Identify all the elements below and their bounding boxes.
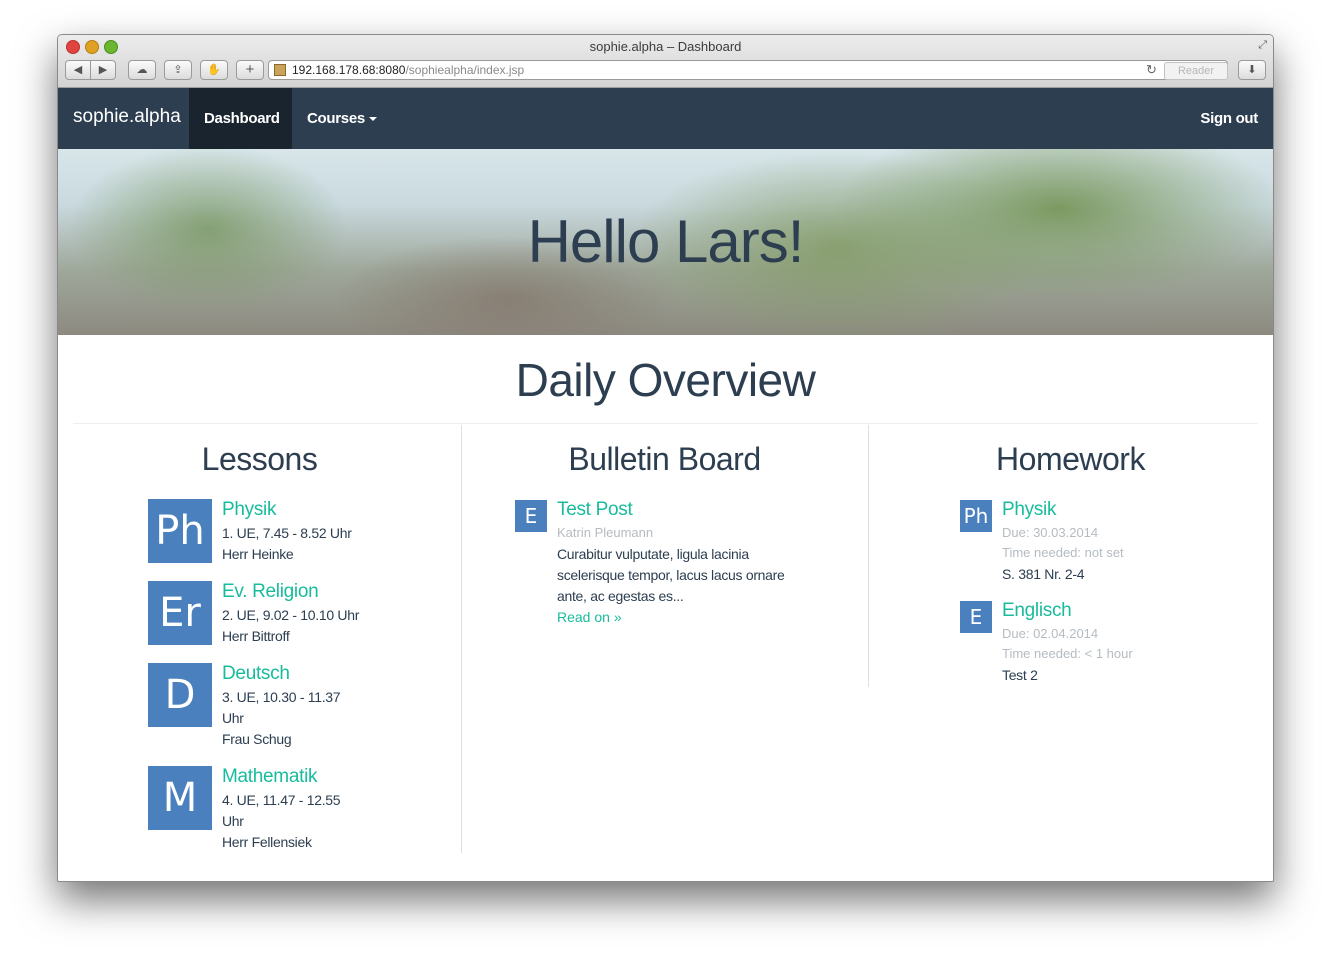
divider [73, 423, 1258, 424]
brand-link[interactable]: sophie.alpha [73, 106, 181, 128]
lesson-subject-link[interactable]: Physik [222, 499, 276, 521]
address-bar[interactable]: 192.168.178.68:8080/sophiealpha/index.js… [268, 60, 1228, 80]
lesson-teacher: Frau Schug [222, 731, 292, 747]
nav-courses-dropdown[interactable]: Courses [292, 88, 392, 149]
forward-button[interactable]: ▶ [90, 60, 116, 80]
caret-down-icon [368, 117, 377, 122]
homework-subject-link[interactable]: Physik [1002, 499, 1056, 521]
reload-icon[interactable]: ↻ [1146, 62, 1157, 78]
browser-window: sophie.alpha – Dashboard ⤢ ◀ ▶ ☁ ⇪ ✋ + 1… [57, 34, 1274, 882]
lesson-subject-link[interactable]: Deutsch [222, 663, 290, 685]
subject-tile: E [960, 601, 992, 633]
forward-arrow-icon: ▶ [98, 64, 108, 76]
favicon-icon [274, 64, 286, 76]
homework-task: S. 381 Nr. 2-4 [1002, 566, 1085, 582]
read-on-link[interactable]: Read on » [557, 609, 622, 625]
new-tab-button[interactable]: + [236, 60, 264, 80]
homework-task: Test 2 [1002, 667, 1038, 683]
lesson-time: 1. UE, 7.45 - 8.52 Uhr [222, 525, 352, 541]
subject-tile: Er [148, 581, 212, 645]
extension-button[interactable]: ✋ [200, 60, 228, 80]
homework-subject-link[interactable]: Englisch [1002, 600, 1072, 622]
window-title: sophie.alpha – Dashboard [589, 39, 742, 54]
url-host: 192.168.178.68:8080 [292, 63, 406, 77]
subject-tile: D [148, 663, 212, 727]
hand-icon: ✋ [207, 64, 221, 76]
homework-time-needed: Time needed: not set [1002, 545, 1124, 560]
homework-due: Due: 30.03.2014 [1002, 525, 1099, 540]
back-arrow-icon: ◀ [73, 64, 83, 76]
hero-banner: Hello Lars! [58, 149, 1273, 335]
nav-courses-label: Courses [307, 110, 365, 127]
back-button[interactable]: ◀ [65, 60, 91, 80]
column-divider [461, 425, 462, 853]
sign-out-link[interactable]: Sign out [1185, 88, 1273, 149]
homework-time-needed: Time needed: < 1 hour [1002, 646, 1133, 661]
lesson-time-cont: Uhr [222, 710, 244, 726]
cloud-icon: ☁ [136, 64, 148, 76]
reader-button[interactable]: Reader [1164, 62, 1228, 80]
share-button[interactable]: ⇪ [164, 60, 192, 80]
lesson-teacher: Herr Bittroff [222, 628, 290, 644]
share-icon: ⇪ [173, 64, 183, 76]
lesson-subject-link[interactable]: Mathematik [222, 766, 318, 788]
lesson-time: 3. UE, 10.30 - 11.37 [222, 689, 341, 705]
post-body-line: scelerisque tempor, lacus lacus ornare [557, 567, 785, 583]
lesson-teacher: Herr Fellensiek [222, 834, 312, 850]
browser-toolbar: sophie.alpha – Dashboard ⤢ ◀ ▶ ☁ ⇪ ✋ + 1… [58, 35, 1273, 88]
icloud-tabs-button[interactable]: ☁ [128, 60, 156, 80]
post-body-line: Curabitur vulputate, ligula lacinia [557, 546, 749, 562]
lessons-title: Lessons [201, 441, 318, 477]
lesson-time-cont: Uhr [222, 813, 244, 829]
plus-icon: + [245, 61, 255, 78]
navbar: sophie.alpha Dashboard Courses Sign out [58, 88, 1273, 149]
download-icon: ⬇ [1247, 64, 1257, 76]
subject-tile: Ph [960, 500, 992, 532]
nav-dashboard[interactable]: Dashboard [189, 88, 292, 149]
greeting: Hello Lars! [527, 208, 805, 275]
homework-title: Homework [996, 441, 1145, 477]
overview-title: Daily Overview [515, 354, 816, 406]
url-text: 192.168.178.68:8080/sophiealpha/index.js… [292, 63, 524, 77]
post-body-line: ante, ac egestas es... [557, 588, 684, 604]
lesson-time: 4. UE, 11.47 - 12.55 [222, 792, 341, 808]
subject-tile: M [148, 766, 212, 830]
homework-due: Due: 02.04.2014 [1002, 626, 1099, 641]
fullscreen-icon[interactable]: ⤢ [1258, 39, 1267, 52]
lesson-teacher: Herr Heinke [222, 546, 294, 562]
url-path: /sophiealpha/index.jsp [405, 63, 525, 77]
author-tile: E [515, 500, 547, 532]
post-title-link[interactable]: Test Post [557, 499, 633, 521]
lesson-time: 2. UE, 9.02 - 10.10 Uhr [222, 607, 360, 623]
downloads-button[interactable]: ⬇ [1238, 60, 1266, 80]
post-author: Katrin Pleumann [557, 525, 654, 540]
bulletin-title: Bulletin Board [568, 441, 761, 477]
lesson-subject-link[interactable]: Ev. Religion [222, 581, 319, 603]
subject-tile: Ph [148, 499, 212, 563]
